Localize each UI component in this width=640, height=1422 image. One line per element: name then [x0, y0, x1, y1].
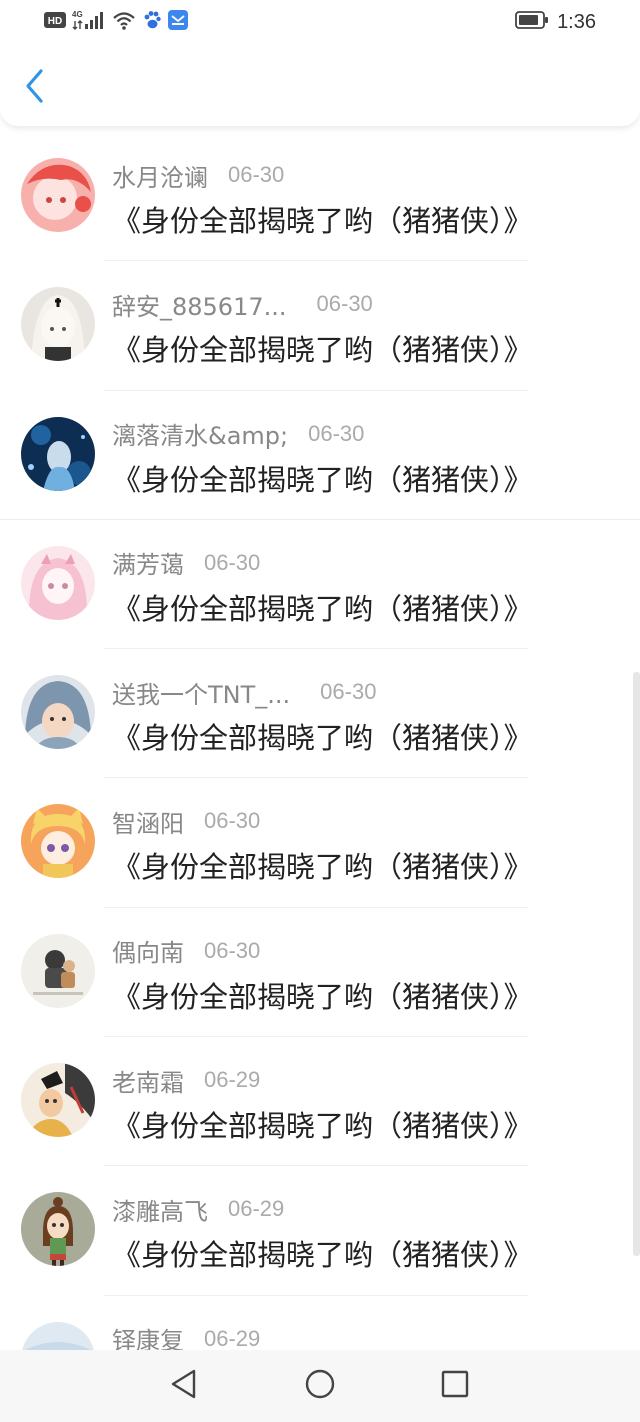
back-button[interactable]: [18, 68, 52, 108]
meta-line: 送我一个TNT_... 06-30: [112, 675, 377, 710]
avatar: [21, 287, 95, 362]
user-name[interactable]: 智涵阳: [112, 804, 184, 839]
nav-back-button[interactable]: [166, 1368, 202, 1404]
user-name[interactable]: 老南霜: [112, 1063, 184, 1098]
meta-line: 辞安_885617... 06-30: [112, 287, 373, 322]
screen: HD 4G 1:36 水月沧谰 06-30 《身份全部揭晓了哟（猪猪侠）》 辞安…: [0, 0, 640, 1422]
top-app-bar: [0, 44, 640, 126]
post-date: 06-29: [228, 1196, 285, 1222]
user-name[interactable]: 漆雕高飞: [112, 1192, 208, 1227]
avatar: [21, 1063, 95, 1138]
avatar: [21, 158, 95, 232]
post-date: 06-30: [204, 937, 261, 963]
meta-line: 漓落清水&amp; 06-30: [112, 416, 365, 451]
section-divider: [0, 519, 640, 520]
wifi-icon: [112, 10, 136, 34]
item-title[interactable]: 《身份全部揭晓了哟（猪猪侠）》: [112, 586, 533, 628]
item-title[interactable]: 《身份全部揭晓了哟（猪猪侠）》: [112, 1103, 533, 1145]
user-name[interactable]: 满芳蔼: [112, 545, 184, 580]
list-item[interactable]: 送我一个TNT_... 06-30 《身份全部揭晓了哟（猪猪侠）》: [0, 649, 640, 779]
post-date: 06-29: [204, 1067, 261, 1093]
avatar: [21, 933, 95, 1008]
user-name[interactable]: 漓落清水&amp;: [112, 416, 288, 451]
post-date: 06-30: [204, 808, 261, 834]
nav-recents-button[interactable]: [437, 1368, 473, 1404]
status-icons-left: HD 4G: [44, 10, 188, 34]
svg-text:HD: HD: [48, 16, 62, 27]
hd-badge-icon: HD: [44, 12, 66, 32]
triangle-back-icon: [169, 1368, 199, 1404]
list-item[interactable]: 智涵阳 06-30 《身份全部揭晓了哟（猪猪侠）》: [0, 778, 640, 908]
system-nav-bar: [0, 1350, 640, 1422]
post-date: 06-29: [204, 1325, 261, 1351]
mail-app-icon: [168, 10, 188, 34]
list-item[interactable]: 漆雕高飞 06-29 《身份全部揭晓了哟（猪猪侠）》: [0, 1166, 640, 1296]
meta-line: 智涵阳 06-30: [112, 804, 261, 839]
post-date: 06-30: [320, 679, 377, 705]
status-icons-right: 1:36: [515, 8, 596, 36]
clock-time: 1:36: [557, 10, 596, 33]
item-title[interactable]: 《身份全部揭晓了哟（猪猪侠）》: [112, 844, 533, 886]
user-name[interactable]: 辞安_885617...: [112, 287, 287, 322]
meta-line: 水月沧谰 06-30: [112, 158, 285, 193]
svg-text:4G: 4G: [72, 10, 83, 19]
item-title[interactable]: 《身份全部揭晓了哟（猪猪侠）》: [112, 974, 533, 1016]
comment-list: 水月沧谰 06-30 《身份全部揭晓了哟（猪猪侠）》 辞安_885617... …: [0, 132, 640, 1422]
list-item[interactable]: 水月沧谰 06-30 《身份全部揭晓了哟（猪猪侠）》: [0, 132, 640, 262]
post-date: 06-30: [316, 291, 373, 317]
item-title[interactable]: 《身份全部揭晓了哟（猪猪侠）》: [112, 327, 533, 369]
list-item[interactable]: 偶向南 06-30 《身份全部揭晓了哟（猪猪侠）》: [0, 908, 640, 1038]
scrollbar[interactable]: [633, 672, 640, 1256]
status-bar: HD 4G 1:36: [0, 0, 640, 44]
list-item[interactable]: 辞安_885617... 06-30 《身份全部揭晓了哟（猪猪侠）》: [0, 261, 640, 391]
user-name[interactable]: 送我一个TNT_...: [112, 675, 290, 710]
avatar: [21, 545, 95, 620]
list-item[interactable]: 老南霜 06-29 《身份全部揭晓了哟（猪猪侠）》: [0, 1037, 640, 1167]
circle-home-icon: [304, 1368, 336, 1404]
nav-home-button[interactable]: [302, 1368, 338, 1404]
battery-icon: [515, 11, 549, 33]
item-title[interactable]: 《身份全部揭晓了哟（猪猪侠）》: [112, 1232, 533, 1274]
post-date: 06-30: [308, 420, 365, 446]
item-title[interactable]: 《身份全部揭晓了哟（猪猪侠）》: [112, 457, 533, 499]
list-item[interactable]: 满芳蔼 06-30 《身份全部揭晓了哟（猪猪侠）》: [0, 520, 640, 650]
signal-icon: 4G: [72, 9, 106, 35]
avatar: [21, 1192, 95, 1267]
item-title[interactable]: 《身份全部揭晓了哟（猪猪侠）》: [112, 715, 533, 757]
meta-line: 满芳蔼 06-30: [112, 545, 261, 580]
post-date: 06-30: [228, 162, 285, 187]
chevron-left-icon: [24, 68, 46, 108]
list-item[interactable]: 漓落清水&amp; 06-30 《身份全部揭晓了哟（猪猪侠）》: [0, 391, 640, 520]
avatar: [21, 804, 95, 879]
avatar: [21, 675, 95, 750]
meta-line: 漆雕高飞 06-29: [112, 1192, 285, 1227]
baidu-paw-icon: [142, 10, 162, 34]
item-title[interactable]: 《身份全部揭晓了哟（猪猪侠）》: [112, 198, 533, 240]
meta-line: 偶向南 06-30: [112, 933, 261, 968]
square-recents-icon: [440, 1369, 470, 1403]
post-date: 06-30: [204, 549, 261, 575]
user-name[interactable]: 偶向南: [112, 933, 184, 968]
avatar: [21, 416, 95, 491]
meta-line: 老南霜 06-29: [112, 1063, 261, 1098]
user-name[interactable]: 水月沧谰: [112, 158, 208, 193]
